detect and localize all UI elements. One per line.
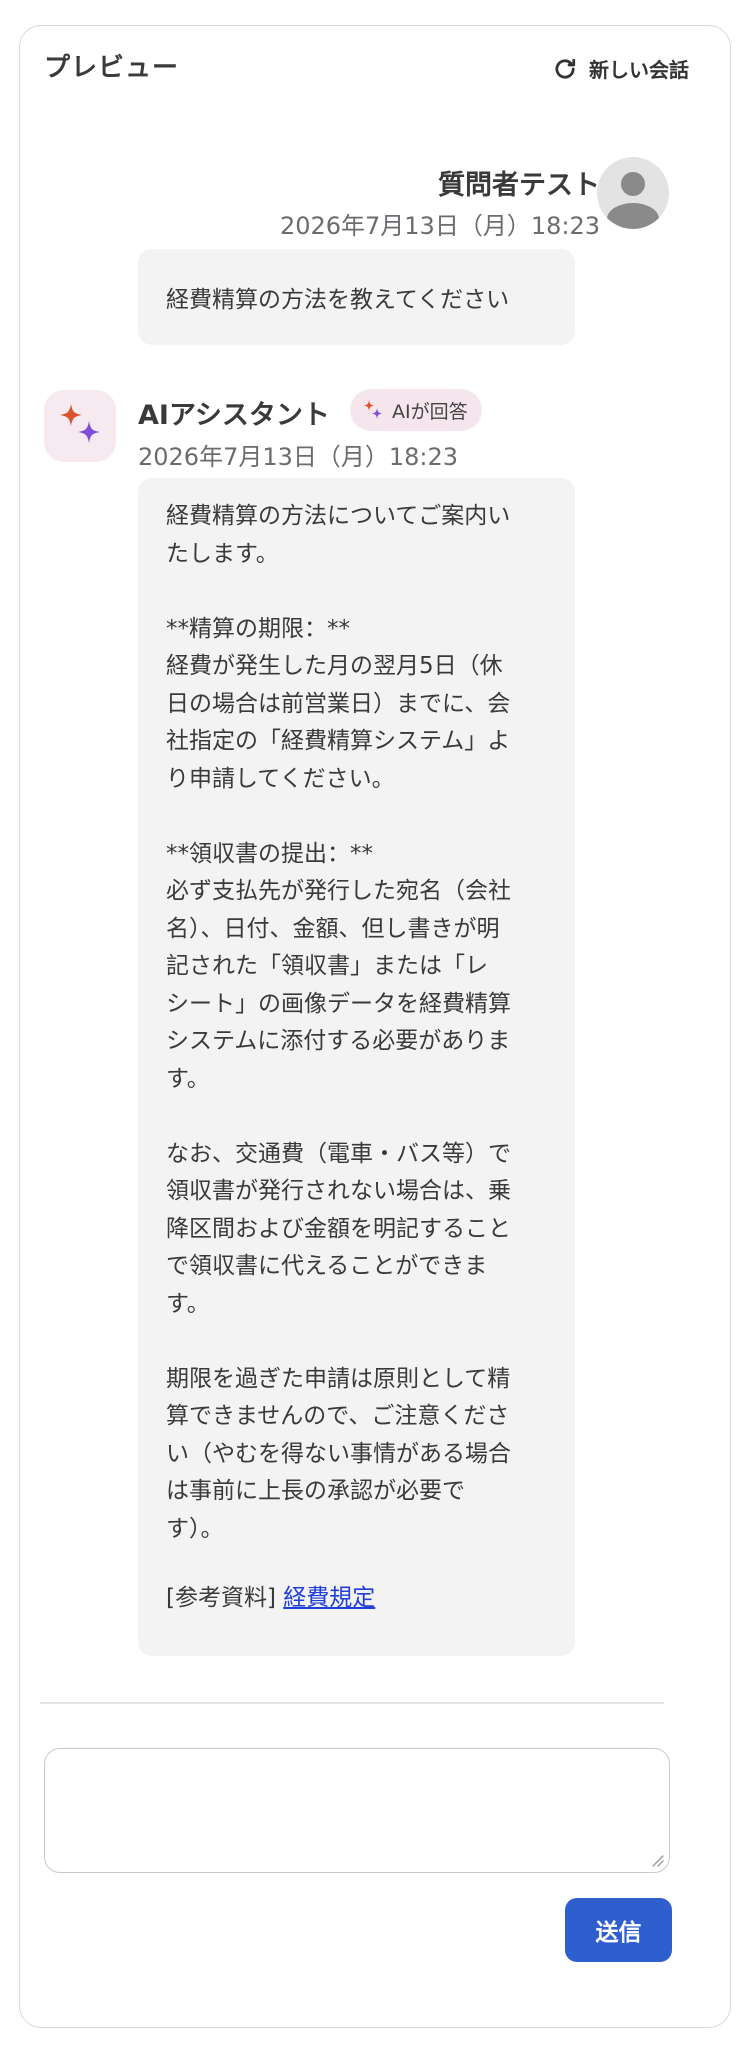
sparkle-icon	[364, 400, 382, 419]
ai-message-bubble: 経費精算の方法についてご案内い たします。 **精算の期限：** 経費が発生した…	[138, 478, 575, 1656]
user-avatar-icon	[597, 157, 669, 229]
answer-line: り申請してください。	[166, 765, 395, 792]
answer-line: 算できませんので、ご注意くださ	[166, 1403, 510, 1429]
answer-line: は事前に上長の承認が必要で	[166, 1478, 465, 1504]
answer-line: 期限を過ぎた申請は原則として精	[166, 1365, 511, 1392]
answer-line: システムに添付する必要がありま	[166, 1028, 511, 1054]
sparkle-icon	[60, 404, 100, 443]
ai-badge-label: AIが回答	[392, 400, 468, 423]
refresh-icon	[555, 58, 576, 79]
answer-line: 名）、日付、金額、但し書きが明	[166, 915, 500, 942]
ai-timestamp: 2026年7月13日（月）18:23	[138, 443, 459, 471]
answer-line: 記された「領収書」または「レ	[166, 953, 488, 979]
answer-line: す。	[166, 1065, 210, 1092]
answer-line: で領収書に代えることができま	[166, 1253, 488, 1279]
new-chat-button[interactable]: 新しい会話	[551, 54, 689, 83]
ai-answer-badge: AIが回答	[350, 389, 482, 431]
answer-line: 降区間および金額を明記すること	[166, 1215, 511, 1242]
answer-line: す）。	[166, 1515, 224, 1542]
reference-link[interactable]: 経費規定	[283, 1585, 375, 1611]
answer-paragraph: **精算の期限：** 経費が発生した月の翌月5日（休 日の場合は前営業日）までに…	[166, 611, 547, 799]
answer-line: 経費が発生した月の翌月5日（休	[166, 653, 503, 679]
ai-avatar	[44, 390, 116, 462]
panel-title: プレビュー	[44, 53, 180, 83]
answer-line: 必ず支払先が発行した宛名（会社	[166, 878, 511, 904]
answer-line: 日の場合は前営業日）までに、会	[166, 690, 511, 717]
answer-line: たします。	[166, 540, 279, 567]
answer-line: **領収書の提出：**	[166, 840, 373, 867]
answer-paragraph: なお、交通費（電車・バス等）で 領収書が発行されない場合は、乗 降区間および金額…	[166, 1136, 547, 1324]
answer-line: 領収書が発行されない場合は、乗	[166, 1178, 511, 1204]
answer-paragraph: **領収書の提出：** 必ず支払先が発行した宛名（会社 名）、日付、金額、但し書…	[166, 836, 547, 1099]
new-chat-label: 新しい会話	[589, 58, 689, 82]
resize-grip-icon[interactable]	[650, 1853, 664, 1867]
answer-paragraph: 経費精算の方法についてご案内い たします。	[166, 498, 547, 573]
answer-line: **精算の期限：**	[166, 615, 350, 642]
answer-line: い（やむを得ない事情がある場合	[166, 1440, 511, 1467]
answer-paragraph: 期限を過ぎた申請は原則として精 算できませんので、ご注意くださ い（やむを得ない…	[166, 1361, 547, 1549]
user-timestamp: 2026年7月13日（月）18:23	[279, 212, 600, 240]
send-button[interactable]: 送信	[565, 1898, 672, 1962]
divider	[40, 1702, 664, 1704]
answer-line: 社指定の「経費精算システム」よ	[166, 728, 511, 754]
reference-prefix: [参考資料]	[166, 1584, 276, 1611]
user-message-bubble: 経費精算の方法を教えてください	[138, 249, 575, 345]
ai-name: AIアシスタント	[138, 400, 330, 431]
message-input[interactable]	[44, 1748, 670, 1873]
user-name: 質問者テスト	[438, 170, 600, 201]
answer-line: なお、交通費（電車・バス等）で	[166, 1140, 511, 1167]
answer-line: す。	[166, 1290, 210, 1317]
user-message-text: 経費精算の方法を教えてください	[166, 287, 510, 313]
answer-line: 経費精算の方法についてご案内い	[166, 503, 511, 529]
reference-line: [参考資料] 経費規定	[166, 1580, 547, 1618]
answer-line: シート」の画像データを経費精算	[166, 990, 511, 1017]
